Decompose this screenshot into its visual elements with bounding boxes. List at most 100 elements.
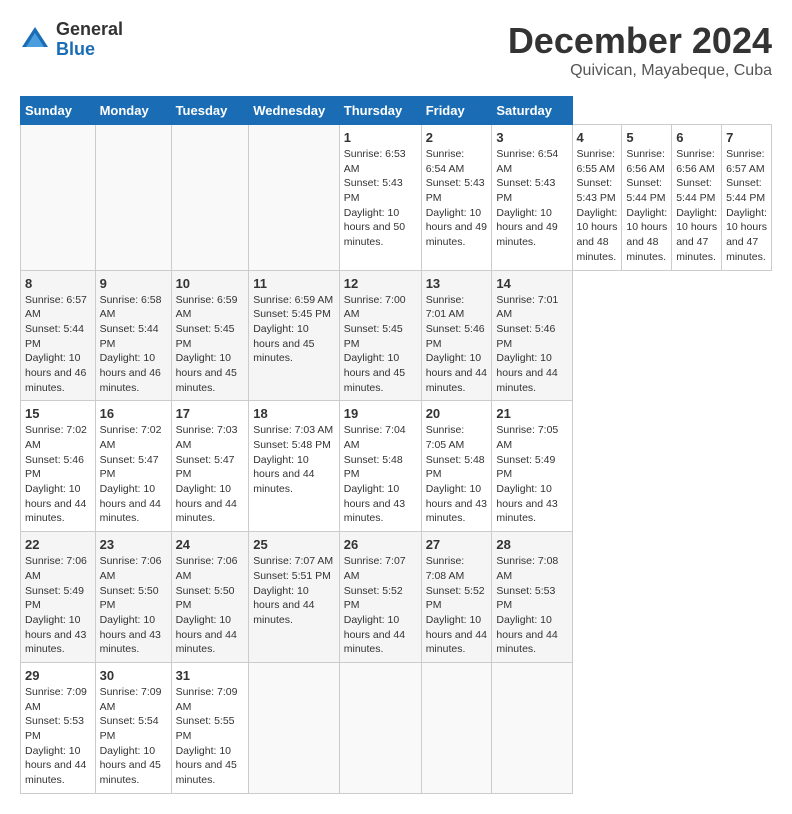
table-cell: 8 Sunrise: 6:57 AM Sunset: 5:44 PM Dayli… xyxy=(21,270,96,401)
title-block: December 2024 Quivican, Mayabeque, Cuba xyxy=(508,20,772,80)
col-saturday: Saturday xyxy=(492,97,572,125)
day-number: 6 xyxy=(676,130,717,145)
day-info: Sunrise: 7:08 AM Sunset: 5:52 PM Dayligh… xyxy=(426,554,488,657)
week-row-4: 22 Sunrise: 7:06 AM Sunset: 5:49 PM Dayl… xyxy=(21,532,772,663)
day-number: 2 xyxy=(426,130,488,145)
day-number: 19 xyxy=(344,406,417,421)
day-number: 21 xyxy=(496,406,567,421)
table-cell: 23 Sunrise: 7:06 AM Sunset: 5:50 PM Dayl… xyxy=(95,532,171,663)
week-row-5: 29 Sunrise: 7:09 AM Sunset: 5:53 PM Dayl… xyxy=(21,662,772,793)
table-cell xyxy=(421,662,492,793)
col-wednesday: Wednesday xyxy=(249,97,340,125)
table-cell: 18 Sunrise: 7:03 AM Sunset: 5:48 PM Dayl… xyxy=(249,401,340,532)
table-cell xyxy=(249,662,340,793)
day-info: Sunrise: 6:54 AM Sunset: 5:43 PM Dayligh… xyxy=(496,147,567,250)
table-cell: 4 Sunrise: 6:55 AM Sunset: 5:43 PM Dayli… xyxy=(572,125,622,271)
table-cell: 9 Sunrise: 6:58 AM Sunset: 5:44 PM Dayli… xyxy=(95,270,171,401)
day-info: Sunrise: 7:05 AM Sunset: 5:49 PM Dayligh… xyxy=(496,423,567,526)
table-cell: 29 Sunrise: 7:09 AM Sunset: 5:53 PM Dayl… xyxy=(21,662,96,793)
day-number: 25 xyxy=(253,537,335,552)
day-info: Sunrise: 7:06 AM Sunset: 5:50 PM Dayligh… xyxy=(176,554,245,657)
table-cell: 13 Sunrise: 7:01 AM Sunset: 5:46 PM Dayl… xyxy=(421,270,492,401)
table-cell: 21 Sunrise: 7:05 AM Sunset: 5:49 PM Dayl… xyxy=(492,401,572,532)
table-cell: 27 Sunrise: 7:08 AM Sunset: 5:52 PM Dayl… xyxy=(421,532,492,663)
week-row-3: 15 Sunrise: 7:02 AM Sunset: 5:46 PM Dayl… xyxy=(21,401,772,532)
day-number: 26 xyxy=(344,537,417,552)
day-info: Sunrise: 6:59 AM Sunset: 5:45 PM Dayligh… xyxy=(253,293,335,366)
logo: General Blue xyxy=(20,20,123,60)
table-cell: 14 Sunrise: 7:01 AM Sunset: 5:46 PM Dayl… xyxy=(492,270,572,401)
logo-icon xyxy=(20,25,50,55)
table-cell: 15 Sunrise: 7:02 AM Sunset: 5:46 PM Dayl… xyxy=(21,401,96,532)
table-cell: 5 Sunrise: 6:56 AM Sunset: 5:44 PM Dayli… xyxy=(622,125,672,271)
table-cell: 24 Sunrise: 7:06 AM Sunset: 5:50 PM Dayl… xyxy=(171,532,249,663)
day-info: Sunrise: 6:53 AM Sunset: 5:43 PM Dayligh… xyxy=(344,147,417,250)
day-number: 15 xyxy=(25,406,91,421)
day-info: Sunrise: 6:55 AM Sunset: 5:43 PM Dayligh… xyxy=(577,147,618,265)
col-tuesday: Tuesday xyxy=(171,97,249,125)
day-info: Sunrise: 6:56 AM Sunset: 5:44 PM Dayligh… xyxy=(626,147,667,265)
day-info: Sunrise: 6:58 AM Sunset: 5:44 PM Dayligh… xyxy=(100,293,167,396)
day-number: 23 xyxy=(100,537,167,552)
table-cell: 20 Sunrise: 7:05 AM Sunset: 5:48 PM Dayl… xyxy=(421,401,492,532)
week-row-2: 8 Sunrise: 6:57 AM Sunset: 5:44 PM Dayli… xyxy=(21,270,772,401)
table-cell xyxy=(171,125,249,271)
day-info: Sunrise: 7:06 AM Sunset: 5:50 PM Dayligh… xyxy=(100,554,167,657)
day-number: 24 xyxy=(176,537,245,552)
week-row-1: 1 Sunrise: 6:53 AM Sunset: 5:43 PM Dayli… xyxy=(21,125,772,271)
day-info: Sunrise: 7:01 AM Sunset: 5:46 PM Dayligh… xyxy=(496,293,567,396)
day-number: 17 xyxy=(176,406,245,421)
table-cell: 2 Sunrise: 6:54 AM Sunset: 5:43 PM Dayli… xyxy=(421,125,492,271)
table-cell: 22 Sunrise: 7:06 AM Sunset: 5:49 PM Dayl… xyxy=(21,532,96,663)
day-info: Sunrise: 7:04 AM Sunset: 5:48 PM Dayligh… xyxy=(344,423,417,526)
table-cell: 25 Sunrise: 7:07 AM Sunset: 5:51 PM Dayl… xyxy=(249,532,340,663)
day-number: 31 xyxy=(176,668,245,683)
table-cell: 11 Sunrise: 6:59 AM Sunset: 5:45 PM Dayl… xyxy=(249,270,340,401)
day-info: Sunrise: 6:56 AM Sunset: 5:44 PM Dayligh… xyxy=(676,147,717,265)
table-cell: 3 Sunrise: 6:54 AM Sunset: 5:43 PM Dayli… xyxy=(492,125,572,271)
day-number: 1 xyxy=(344,130,417,145)
day-number: 30 xyxy=(100,668,167,683)
day-number: 18 xyxy=(253,406,335,421)
table-cell: 12 Sunrise: 7:00 AM Sunset: 5:45 PM Dayl… xyxy=(339,270,421,401)
day-info: Sunrise: 7:01 AM Sunset: 5:46 PM Dayligh… xyxy=(426,293,488,396)
day-number: 4 xyxy=(577,130,618,145)
day-info: Sunrise: 6:57 AM Sunset: 5:44 PM Dayligh… xyxy=(726,147,767,265)
table-cell xyxy=(249,125,340,271)
day-number: 20 xyxy=(426,406,488,421)
table-cell: 16 Sunrise: 7:02 AM Sunset: 5:47 PM Dayl… xyxy=(95,401,171,532)
day-number: 8 xyxy=(25,276,91,291)
page-header: General Blue December 2024 Quivican, May… xyxy=(20,20,772,80)
day-info: Sunrise: 7:07 AM Sunset: 5:52 PM Dayligh… xyxy=(344,554,417,657)
table-cell xyxy=(21,125,96,271)
calendar-body: 1 Sunrise: 6:53 AM Sunset: 5:43 PM Dayli… xyxy=(21,125,772,794)
day-info: Sunrise: 7:09 AM Sunset: 5:54 PM Dayligh… xyxy=(100,685,167,788)
day-info: Sunrise: 7:02 AM Sunset: 5:47 PM Dayligh… xyxy=(100,423,167,526)
table-cell xyxy=(339,662,421,793)
location-subtitle: Quivican, Mayabeque, Cuba xyxy=(508,62,772,80)
day-info: Sunrise: 7:09 AM Sunset: 5:53 PM Dayligh… xyxy=(25,685,91,788)
col-thursday: Thursday xyxy=(339,97,421,125)
day-info: Sunrise: 6:59 AM Sunset: 5:45 PM Dayligh… xyxy=(176,293,245,396)
day-info: Sunrise: 7:00 AM Sunset: 5:45 PM Dayligh… xyxy=(344,293,417,396)
calendar-header: Sunday Monday Tuesday Wednesday Thursday… xyxy=(21,97,772,125)
day-number: 12 xyxy=(344,276,417,291)
day-info: Sunrise: 7:05 AM Sunset: 5:48 PM Dayligh… xyxy=(426,423,488,526)
day-number: 14 xyxy=(496,276,567,291)
day-number: 16 xyxy=(100,406,167,421)
table-cell: 31 Sunrise: 7:09 AM Sunset: 5:55 PM Dayl… xyxy=(171,662,249,793)
calendar-table: Sunday Monday Tuesday Wednesday Thursday… xyxy=(20,96,772,794)
col-friday: Friday xyxy=(421,97,492,125)
day-number: 13 xyxy=(426,276,488,291)
table-cell: 7 Sunrise: 6:57 AM Sunset: 5:44 PM Dayli… xyxy=(722,125,772,271)
table-cell: 28 Sunrise: 7:08 AM Sunset: 5:53 PM Dayl… xyxy=(492,532,572,663)
month-title: December 2024 xyxy=(508,20,772,62)
day-number: 10 xyxy=(176,276,245,291)
day-number: 11 xyxy=(253,276,335,291)
table-cell: 6 Sunrise: 6:56 AM Sunset: 5:44 PM Dayli… xyxy=(672,125,722,271)
header-row: Sunday Monday Tuesday Wednesday Thursday… xyxy=(21,97,772,125)
day-info: Sunrise: 7:03 AM Sunset: 5:48 PM Dayligh… xyxy=(253,423,335,496)
day-info: Sunrise: 7:09 AM Sunset: 5:55 PM Dayligh… xyxy=(176,685,245,788)
logo-text: General Blue xyxy=(56,20,123,60)
day-info: Sunrise: 6:57 AM Sunset: 5:44 PM Dayligh… xyxy=(25,293,91,396)
